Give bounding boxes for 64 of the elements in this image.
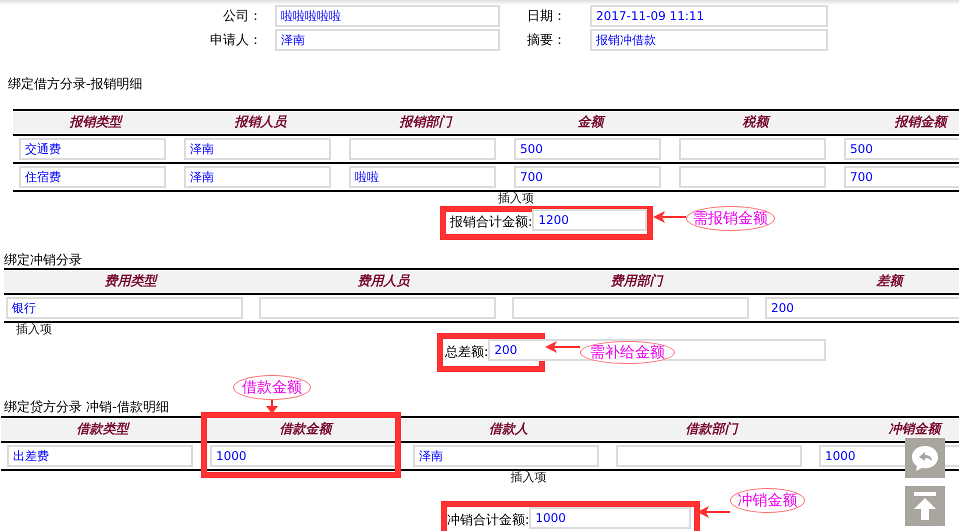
field-label: 日期： xyxy=(527,8,567,25)
arrow xyxy=(653,210,686,224)
input-field[interactable]: 啦啦 xyxy=(349,166,496,188)
input-field[interactable]: 泽南 xyxy=(413,445,599,467)
input-field[interactable]: 1200 xyxy=(532,209,648,231)
column-header: 费用人员 xyxy=(257,270,510,295)
reply-button[interactable] xyxy=(905,438,945,478)
input-field[interactable] xyxy=(616,445,802,467)
total-label: 报销合计金额: xyxy=(450,214,532,230)
section-title: 绑定贷方分录 冲销-借款明细 xyxy=(4,400,169,415)
insert-link[interactable]: 插入项 xyxy=(498,191,534,205)
input-field[interactable] xyxy=(349,138,496,160)
input-field[interactable]: 住宿费 xyxy=(19,166,166,188)
arrow xyxy=(697,505,730,519)
total-label: 总差额: xyxy=(445,344,488,360)
input-field[interactable]: 泽南 xyxy=(184,166,331,188)
input-field[interactable]: 200 xyxy=(765,297,959,319)
up-arrow-icon xyxy=(912,491,938,521)
input-field[interactable] xyxy=(679,138,826,160)
callout: 借款金额 xyxy=(233,375,311,400)
speech-bubble-icon xyxy=(910,444,940,472)
input-field[interactable]: 1000 xyxy=(210,445,396,467)
input-field[interactable]: 泽南 xyxy=(184,138,331,160)
field-label: 申请人： xyxy=(209,32,262,49)
arrow xyxy=(545,340,580,354)
column-header: 费用类型 xyxy=(4,270,257,295)
column-header: 费用部门 xyxy=(510,270,763,295)
column-header: 差额 xyxy=(763,270,959,295)
input-field[interactable] xyxy=(512,297,749,319)
callout: 冲销金额 xyxy=(730,488,805,513)
input-field[interactable]: 泽南 xyxy=(275,29,500,51)
column-header: 报销人员 xyxy=(178,111,343,136)
input-field[interactable]: 700 xyxy=(844,166,959,188)
section-title: 绑定冲销分录 xyxy=(4,253,82,268)
input-field[interactable]: 500 xyxy=(514,138,661,160)
input-field[interactable]: 500 xyxy=(844,138,959,160)
insert-link[interactable]: 插入项 xyxy=(16,322,52,336)
input-field[interactable] xyxy=(679,166,826,188)
back-to-top-button[interactable] xyxy=(905,486,945,526)
input-field[interactable]: 报销冲借款 xyxy=(590,29,828,51)
input-field[interactable] xyxy=(259,297,496,319)
column-header: 金额 xyxy=(508,111,673,136)
column-header: 税额 xyxy=(673,111,838,136)
column-header: 借款部门 xyxy=(610,418,813,443)
input-field[interactable]: 交通费 xyxy=(19,138,166,160)
column-header: 报销金额 xyxy=(838,111,959,136)
column-header: 借款人 xyxy=(407,418,610,443)
field-label: 摘要： xyxy=(527,32,567,49)
total-label: 冲销合计金额: xyxy=(447,512,530,528)
input-field[interactable]: 2017-11-09 11:11 xyxy=(590,5,828,27)
field-label: 公司： xyxy=(222,8,262,25)
callout: 需报销金额 xyxy=(686,206,775,231)
insert-link[interactable]: 插入项 xyxy=(510,470,546,484)
column-header: 借款类型 xyxy=(1,418,204,443)
input-field[interactable]: 700 xyxy=(514,166,661,188)
column-header: 报销类型 xyxy=(13,111,178,136)
input-field[interactable]: 1000 xyxy=(529,507,692,529)
input-field[interactable]: 银行 xyxy=(6,297,243,319)
column-header: 借款金额 xyxy=(204,418,407,443)
input-field[interactable]: 啦啦啦啦啦 xyxy=(275,5,500,27)
column-header: 冲销金额 xyxy=(813,418,959,443)
column-header: 报销部门 xyxy=(343,111,508,136)
section-title: 绑定借方分录-报销明细 xyxy=(8,77,143,92)
input-field[interactable]: 出差费 xyxy=(7,445,193,467)
